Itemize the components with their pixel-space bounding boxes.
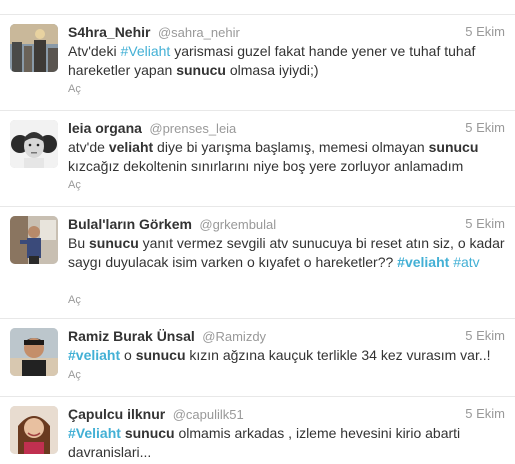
user-handle[interactable]: @sahra_nehir (158, 25, 240, 40)
expand-link[interactable]: Aç (68, 83, 81, 95)
tweet-text-run: Bu (68, 235, 90, 251)
tweet-header: S4hra_Nehir @sahra_nehir (68, 24, 240, 42)
user-handle[interactable]: @capulilk51 (173, 407, 244, 422)
user-handle[interactable]: @Ramizdy (202, 329, 266, 344)
tweet-text-run: o (120, 347, 136, 363)
tweet-item[interactable]: S4hra_Nehir @sahra_nehir 5 Ekim Atv'deki… (0, 14, 515, 110)
hashtag-link[interactable]: #veliaht (68, 347, 120, 363)
user-fullname[interactable]: S4hra_Nehir (68, 24, 150, 40)
user-fullname[interactable]: Ramiz Burak Ünsal (68, 328, 195, 344)
tweet-header: Ramiz Burak Ünsal @Ramizdy (68, 328, 266, 346)
person-in-room-avatar[interactable] (10, 216, 58, 264)
city-rooftop-avatar[interactable] (10, 24, 58, 72)
tweet-timestamp[interactable]: 5 Ekim (465, 120, 505, 135)
tweet-header: Çapulcu ilknur @capulilk51 (68, 406, 244, 424)
tweet-text: Bu sunucu yanıt vermez sevgili atv sunuc… (68, 234, 508, 272)
hashtag-link[interactable]: #veliaht (397, 254, 449, 270)
tweet-text-run: Atv'deki (68, 43, 121, 59)
user-fullname[interactable]: Bulal'ların Görkem (68, 216, 192, 232)
hashtag-link[interactable]: #Veliaht (68, 425, 121, 441)
tweet-text-run: kızın ağzına kauçuk terlikle 34 kez vura… (185, 347, 491, 363)
tweet-timestamp[interactable]: 5 Ekim (465, 406, 505, 421)
tweet-text: #Veliaht sunucu olmamis arkadas , izleme… (68, 424, 508, 462)
woman-smiling-avatar[interactable] (10, 406, 58, 454)
tweet-feed: S4hra_Nehir @sahra_nehir 5 Ekim Atv'deki… (0, 0, 515, 464)
tweet-text-run: diye bi yarışma başlamış, memesi olmayan (153, 139, 429, 155)
user-fullname[interactable]: leia organa (68, 120, 142, 136)
tweet-item[interactable]: leia organa @prenses_leia 5 Ekim atv'de … (0, 110, 515, 206)
tweet-text: #veliaht o sunucu kızın ağzına kauçuk te… (68, 346, 508, 365)
tweet-item[interactable]: Çapulcu ilknur @capulilk51 5 Ekim #Velia… (0, 396, 515, 464)
tweet-item[interactable]: Bulal'ların Görkem @grkembulal 5 Ekim Bu… (0, 206, 515, 318)
tweet-text-run: kızcağız dekoltenin sınırlarını niye boş… (68, 158, 464, 174)
highlighted-term: sunucu (124, 425, 175, 441)
highlighted-term: sunucu (428, 139, 479, 155)
highlighted-term: sunucu (89, 235, 139, 251)
tweet-timestamp[interactable]: 5 Ekim (465, 24, 505, 39)
tweet-text-run: olmasa iyiydi;) (225, 62, 319, 78)
highlighted-term: sunucu (176, 62, 226, 78)
tweet-item[interactable]: Ramiz Burak Ünsal @Ramizdy 5 Ekim #velia… (0, 318, 515, 396)
expand-link[interactable]: Aç (68, 369, 81, 381)
user-handle[interactable]: @prenses_leia (149, 121, 236, 136)
tweet-header: Bulal'ların Görkem @grkembulal (68, 216, 276, 234)
user-fullname[interactable]: Çapulcu ilknur (68, 406, 165, 422)
young-man-avatar[interactable] (10, 328, 58, 376)
highlighted-term: veliaht (108, 139, 154, 155)
user-handle[interactable]: @grkembulal (199, 217, 276, 232)
tweet-header: leia organa @prenses_leia (68, 120, 236, 138)
highlighted-term: sunucu (135, 347, 186, 363)
hashtag-link[interactable]: #atv (453, 254, 479, 270)
tweet-timestamp[interactable]: 5 Ekim (465, 216, 505, 231)
hashtag-link[interactable]: #Veliaht (120, 43, 170, 59)
princess-leia-avatar[interactable] (10, 120, 58, 168)
tweet-text: Atv'deki #Veliaht yarismasi guzel fakat … (68, 42, 508, 80)
tweet-timestamp[interactable]: 5 Ekim (465, 328, 505, 343)
tweet-text-run: atv'de (68, 139, 109, 155)
tweet-text: atv'de veliaht diye bi yarışma başlamış,… (68, 138, 508, 176)
expand-link[interactable]: Aç (68, 294, 81, 306)
expand-link[interactable]: Aç (68, 179, 81, 191)
